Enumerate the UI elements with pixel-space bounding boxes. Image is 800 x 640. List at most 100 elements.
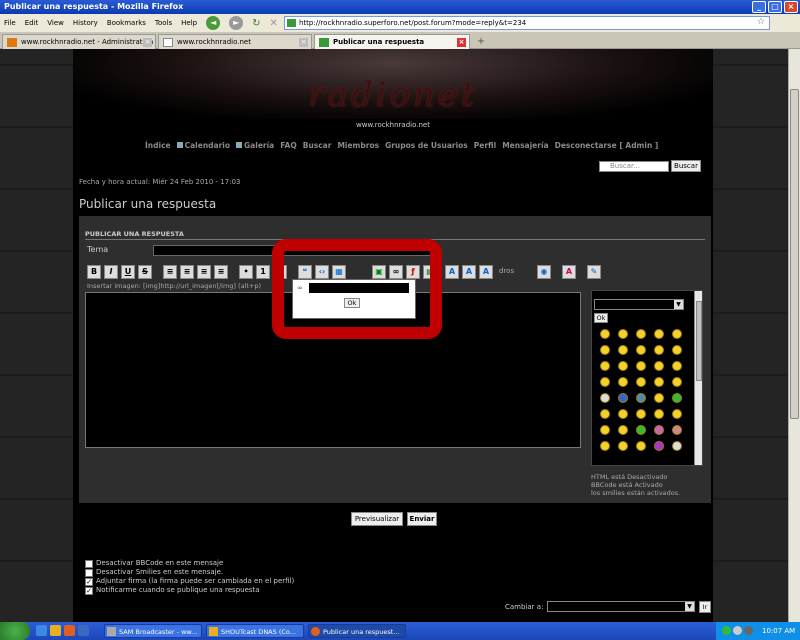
color-icon[interactable]: A: [479, 265, 493, 279]
smiley-icon[interactable]: [618, 361, 628, 371]
smiley-icon[interactable]: [636, 393, 646, 403]
tray-icon[interactable]: [744, 626, 753, 635]
close-window-button[interactable]: ×: [784, 1, 798, 13]
smiley-icon[interactable]: [672, 329, 682, 339]
menu-tools[interactable]: Tools: [155, 19, 172, 27]
smiley-icon[interactable]: [672, 409, 682, 419]
tab-close-icon[interactable]: ×: [299, 38, 308, 47]
tema-input[interactable]: [153, 245, 433, 256]
bold-button[interactable]: B: [87, 265, 101, 279]
smiley-icon[interactable]: [672, 425, 682, 435]
other-icon[interactable]: ◉: [537, 265, 551, 279]
code-icon[interactable]: ‹›: [315, 265, 329, 279]
nav-faq[interactable]: FAQ: [280, 141, 296, 150]
clear-format-icon[interactable]: A: [562, 265, 576, 279]
menu-bookmarks[interactable]: Bookmarks: [107, 19, 146, 27]
smiley-icon[interactable]: [618, 393, 628, 403]
smiley-icon[interactable]: [672, 377, 682, 387]
italic-button[interactable]: I: [104, 265, 118, 279]
toolbar-fragment[interactable]: dros: [499, 267, 514, 275]
nav-desconectarse[interactable]: Desconectarse [ Admin ]: [555, 141, 659, 150]
smiley-icon[interactable]: [600, 441, 610, 451]
link-url-input[interactable]: [309, 283, 409, 293]
folder-icon[interactable]: [50, 625, 61, 636]
smiley-icon[interactable]: [672, 361, 682, 371]
smiley-icon[interactable]: [600, 361, 610, 371]
nav-mensajeria[interactable]: Mensajería: [502, 141, 548, 150]
ie-icon[interactable]: [36, 625, 47, 636]
menu-edit[interactable]: Edit: [25, 19, 39, 27]
align-center-icon[interactable]: ≡: [180, 265, 194, 279]
smiley-icon[interactable]: [654, 345, 664, 355]
nav-grupos[interactable]: Grupos de Usuarios: [385, 141, 468, 150]
align-right-icon[interactable]: ≡: [197, 265, 211, 279]
smiley-icon[interactable]: [618, 329, 628, 339]
align-left-icon[interactable]: ≡: [163, 265, 177, 279]
indent-icon[interactable]: ⇥: [273, 265, 287, 279]
jump-select[interactable]: ▼: [547, 601, 695, 612]
nav-galeria[interactable]: Galería: [236, 141, 274, 150]
task-firefox[interactable]: Publicar una respuest...: [308, 624, 406, 638]
smiley-icon[interactable]: [636, 441, 646, 451]
smiley-icon[interactable]: [654, 393, 664, 403]
nav-calendario[interactable]: Calendario: [176, 141, 230, 150]
smiley-icon[interactable]: [636, 425, 646, 435]
checkbox-checked[interactable]: ✓: [85, 577, 93, 586]
reload-icon[interactable]: ↻: [252, 18, 260, 29]
jump-go-button[interactable]: Ir: [699, 601, 711, 613]
youtube-icon[interactable]: ▤: [423, 265, 437, 279]
smiley-icon[interactable]: [654, 361, 664, 371]
smiley-icon[interactable]: [618, 345, 628, 355]
tab-close-icon[interactable]: ×: [457, 38, 466, 47]
switch-editor-icon[interactable]: ✎: [587, 265, 601, 279]
option-attach-signature[interactable]: ✓ Adjuntar firma (la firma puede ser camb…: [85, 577, 294, 586]
firefox-icon[interactable]: [64, 625, 75, 636]
stop-icon[interactable]: ✕: [270, 18, 278, 29]
scrollbar-thumb[interactable]: [696, 301, 702, 381]
maximize-button[interactable]: □: [768, 1, 782, 13]
tab-rockhnradio[interactable]: www.rockhnradio.net ×: [158, 34, 312, 49]
option-notify[interactable]: ✓ Notificarme cuando se publique una resp…: [85, 586, 294, 595]
back-arrow-icon[interactable]: ◄: [206, 16, 221, 30]
image-icon[interactable]: ▣: [372, 265, 386, 279]
tray-icon[interactable]: [722, 626, 731, 635]
scrollbar-thumb[interactable]: [790, 89, 799, 419]
smiley-icon[interactable]: [636, 409, 646, 419]
smiley-icon[interactable]: [600, 409, 610, 419]
smiley-icon[interactable]: [618, 441, 628, 451]
site-search-button[interactable]: Buscar: [671, 160, 701, 172]
menu-history[interactable]: History: [73, 19, 98, 27]
link-icon[interactable]: ∞: [389, 265, 403, 279]
smiley-icon[interactable]: [654, 377, 664, 387]
menu-file[interactable]: File: [4, 19, 16, 27]
smiley-icon[interactable]: [672, 393, 682, 403]
checkbox-checked[interactable]: ✓: [85, 586, 93, 595]
checkbox[interactable]: [85, 568, 93, 577]
smiley-icon[interactable]: [672, 345, 682, 355]
flash-icon[interactable]: ƒ: [406, 265, 420, 279]
page-scrollbar[interactable]: [788, 49, 800, 622]
menu-help[interactable]: Help: [181, 19, 197, 27]
nav-miembros[interactable]: Miembros: [337, 141, 379, 150]
tab-close-icon[interactable]: ×: [143, 38, 152, 47]
smiley-icon[interactable]: [672, 441, 682, 451]
smilies-category-select[interactable]: ▼: [594, 299, 684, 310]
align-justify-icon[interactable]: ≡: [214, 265, 228, 279]
start-button[interactable]: [0, 622, 30, 640]
tab-publicar[interactable]: Publicar una respuesta ×: [314, 34, 470, 49]
smiley-icon[interactable]: [654, 329, 664, 339]
smiley-icon[interactable]: [654, 441, 664, 451]
option-disable-smilies[interactable]: Desactivar Smilies en este mensaje.: [85, 568, 294, 577]
smiley-icon[interactable]: [654, 409, 664, 419]
quote-icon[interactable]: ❝: [298, 265, 312, 279]
smiley-icon[interactable]: [636, 377, 646, 387]
url-bar[interactable]: http://rockhnradio.superforo.net/post.fo…: [284, 16, 770, 30]
tab-administration[interactable]: www.rockhnradio.net - Administration ×: [2, 34, 156, 49]
nav-perfil[interactable]: Perfil: [474, 141, 496, 150]
bookmark-star-icon[interactable]: ☆: [757, 17, 765, 27]
smiley-icon[interactable]: [600, 393, 610, 403]
site-search-input[interactable]: Buscar...: [599, 161, 669, 172]
nav-buscar[interactable]: Buscar: [303, 141, 332, 150]
smiley-icon[interactable]: [636, 361, 646, 371]
checkbox[interactable]: [85, 559, 93, 568]
